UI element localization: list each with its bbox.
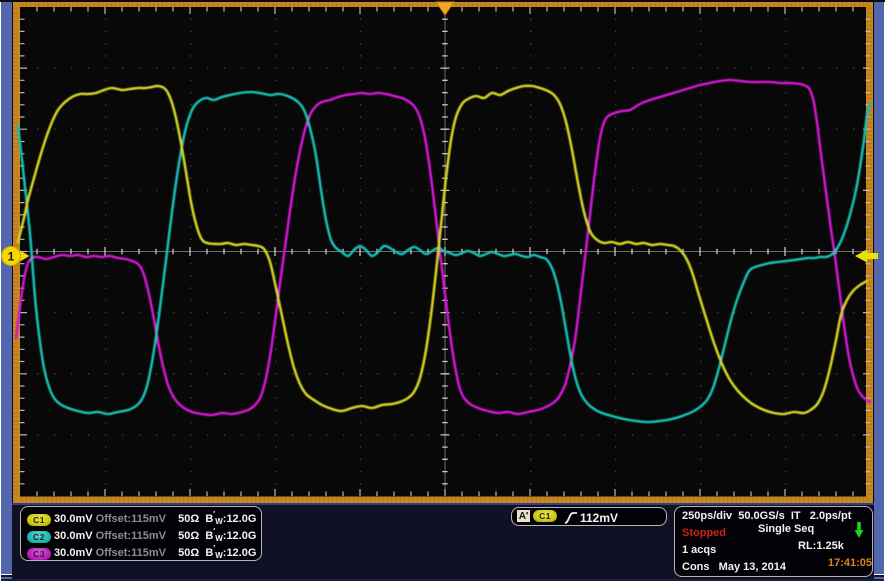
svg-text:1: 1 [8,250,15,264]
